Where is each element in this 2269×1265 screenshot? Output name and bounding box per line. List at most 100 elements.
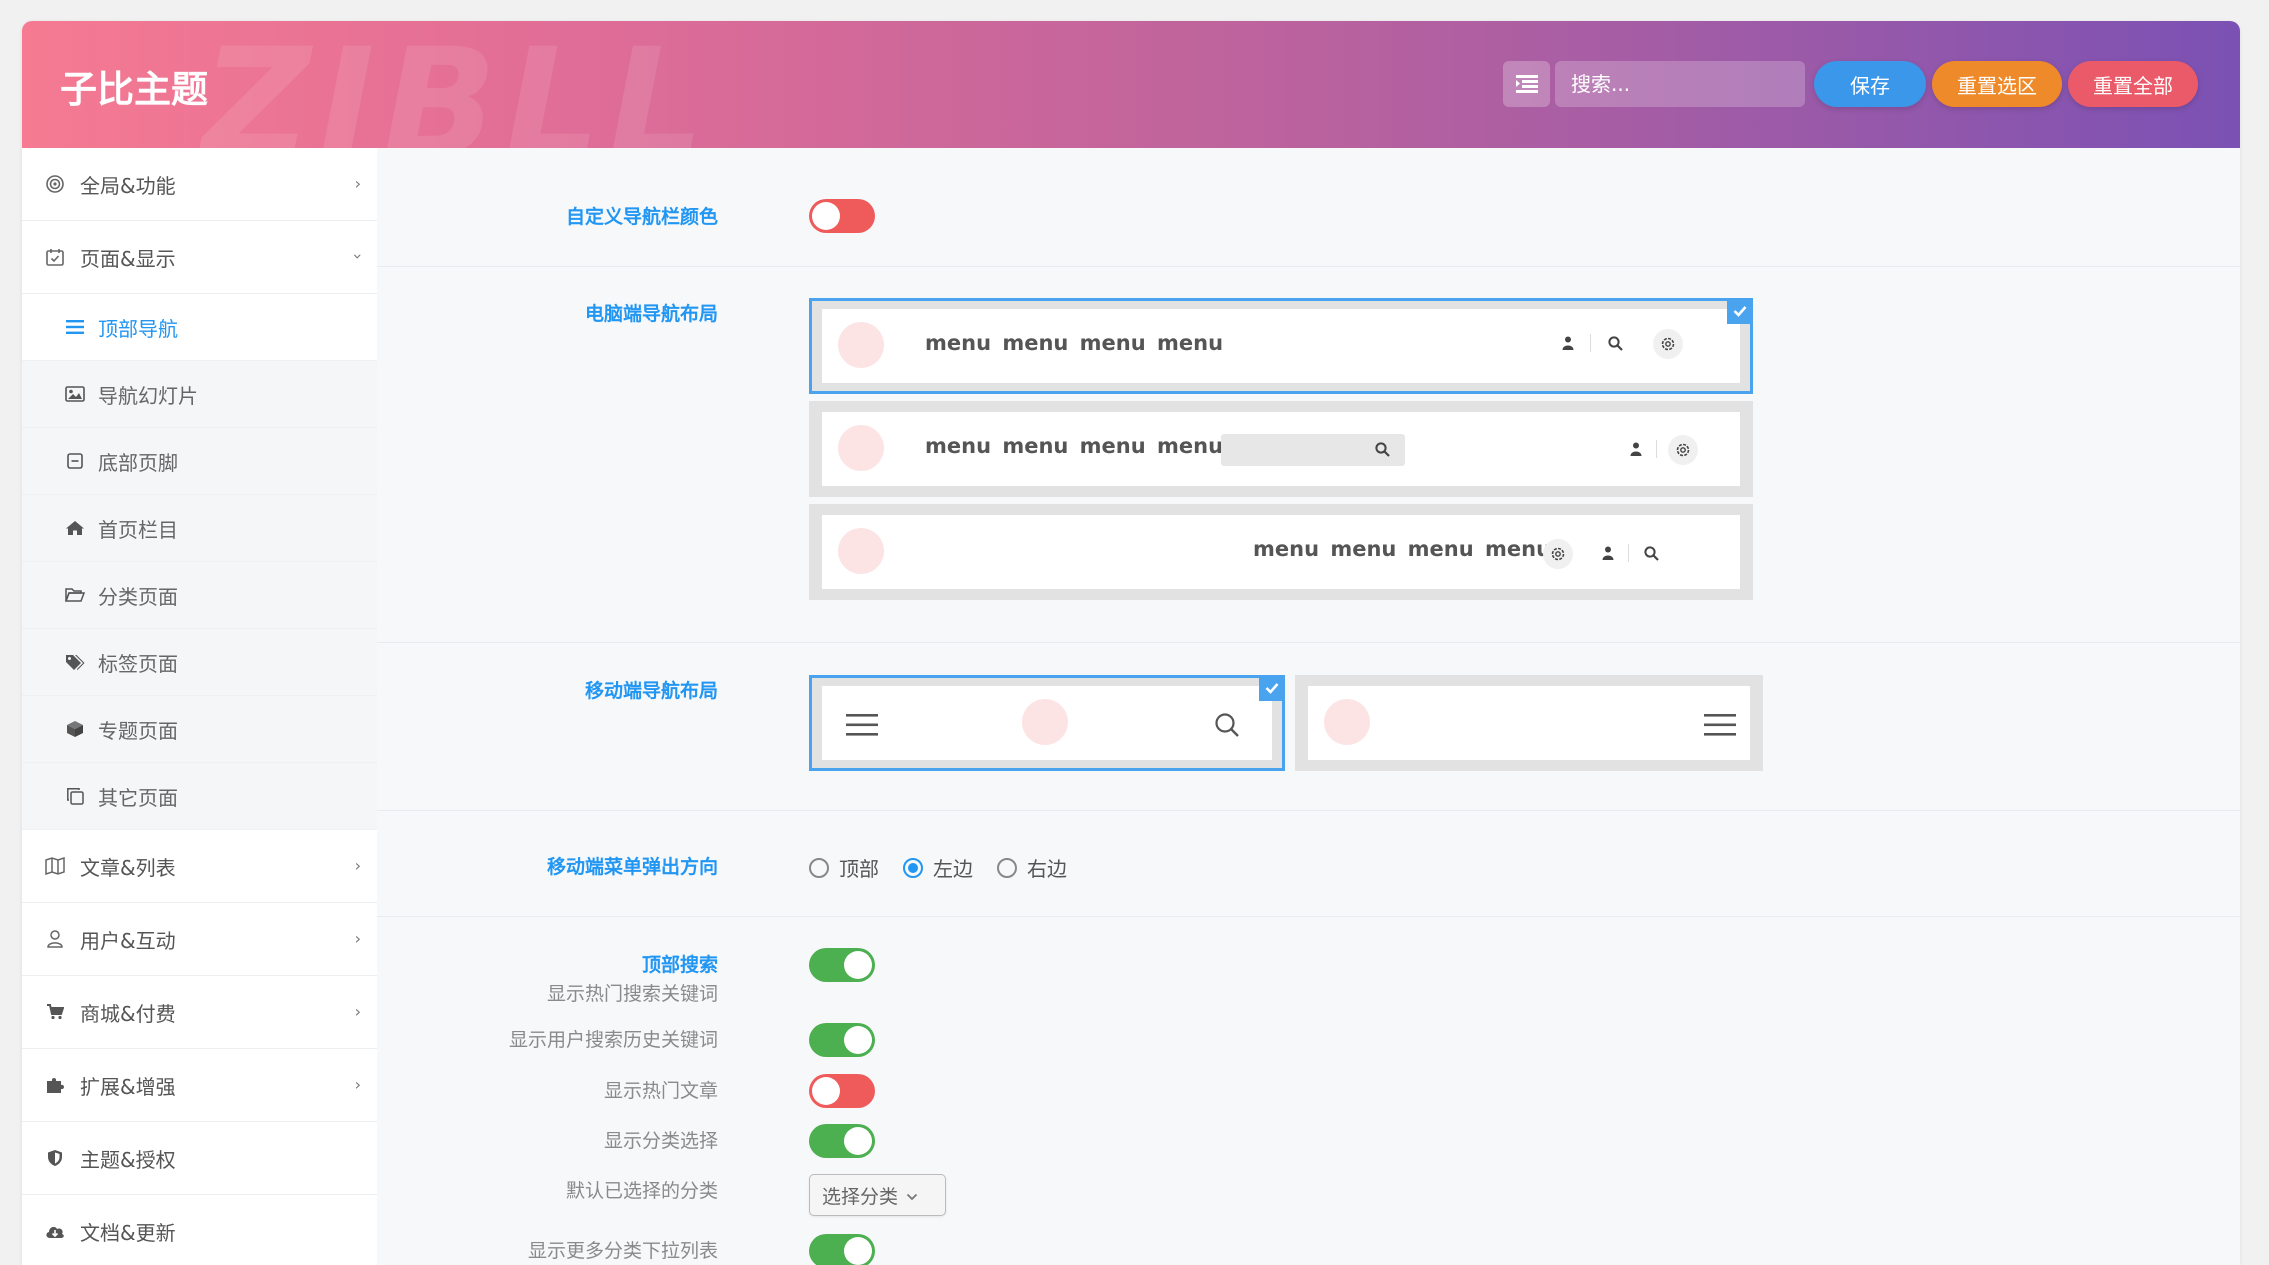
top-search-toggle[interactable] <box>809 948 875 982</box>
desktop-layout-row: 电脑端导航布局 menu menu menu menu menu menu me… <box>377 266 2240 643</box>
sidebar-item-shop[interactable]: 商城&付费 › <box>22 976 377 1049</box>
sidebar-subitem-category[interactable]: 分类页面 <box>22 562 377 629</box>
home-icon <box>64 517 86 539</box>
custom-nav-color-toggle[interactable] <box>809 199 875 233</box>
bars-icon <box>64 316 86 338</box>
radio-button[interactable] <box>997 857 1017 878</box>
search-history-toggle[interactable] <box>809 1023 875 1057</box>
desktop-layout-option-1[interactable]: menu menu menu menu <box>809 298 1753 394</box>
chevron-right-icon: › <box>354 174 361 193</box>
menu-preview-text: menu menu menu menu <box>925 331 1224 355</box>
selected-check-icon <box>1259 675 1285 701</box>
toggle-menu-button[interactable] <box>1503 61 1550 107</box>
radio-label: 顶部 <box>839 857 879 881</box>
gear-icon <box>1668 435 1698 465</box>
radio-button[interactable] <box>903 857 923 878</box>
radio-option-right[interactable]: 右边 <box>997 853 1067 882</box>
sidebar-subitem-other[interactable]: 其它页面 <box>22 763 377 830</box>
sidebar-subitem-label: 其它页面 <box>98 785 178 810</box>
settings-panel: 自定义导航栏颜色 电脑端导航布局 menu menu menu menu men… <box>377 148 2240 1265</box>
sidebar-item-pages[interactable]: 页面&显示 › <box>22 221 377 294</box>
radio-option-top[interactable]: 顶部 <box>809 853 879 882</box>
top-search-row: 顶部搜索 显示热门搜索关键词 显示用户搜索历史关键词 显示热门文章 显示分类选择… <box>377 916 2240 1265</box>
folder-open-icon <box>64 584 86 606</box>
header-bar: ZIBLL 子比主题 保存 重置选区 重置全部 <box>22 21 2240 148</box>
sidebar-item-extensions[interactable]: 扩展&增强 › <box>22 1049 377 1122</box>
sidebar-subitem-top-nav[interactable]: 顶部导航 <box>22 294 377 361</box>
mobile-layout-row: 移动端导航布局 <box>377 642 2240 811</box>
selected-check-icon <box>1727 298 1753 324</box>
sidebar-item-label: 扩展&增强 <box>80 1074 176 1099</box>
hamburger-icon <box>1704 714 1736 736</box>
mobile-layout-label: 移动端导航布局 <box>584 680 718 702</box>
radio-option-left[interactable]: 左边 <box>903 853 973 882</box>
sidebar-subitem-label: 顶部导航 <box>98 316 178 341</box>
hot-posts-label: 显示热门文章 <box>603 1080 718 1102</box>
chevron-down-icon <box>906 1184 918 1206</box>
sidebar-item-label: 商城&付费 <box>80 1001 176 1026</box>
select-value: 选择分类 <box>822 1185 899 1208</box>
cloud-download-icon <box>44 1220 66 1242</box>
more-category-dropdown-label: 显示更多分类下拉列表 <box>527 1240 718 1262</box>
search-box-preview <box>1221 434 1405 466</box>
sidebar-submenu: 顶部导航 导航幻灯片 底部页脚 首页栏目 分类页面 标签页面 专题页面 其它页面 <box>22 294 377 830</box>
logo-placeholder <box>1022 699 1068 745</box>
default-category-label: 默认已选择的分类 <box>565 1180 718 1202</box>
sidebar-item-label: 文档&更新 <box>80 1220 176 1245</box>
header-watermark: ZIBLL <box>202 21 713 148</box>
sidebar-item-label: 主题&授权 <box>80 1147 176 1172</box>
sidebar-item-label: 文章&列表 <box>80 855 176 880</box>
menu-preview-text: menu menu menu menu <box>1253 537 1552 561</box>
desktop-layout-option-3[interactable]: menu menu menu menu <box>809 504 1753 600</box>
logo-placeholder <box>838 425 884 471</box>
list-icon <box>1515 75 1538 93</box>
gear-icon <box>1543 539 1573 569</box>
calendar-check-icon <box>44 246 66 268</box>
radio-label: 左边 <box>933 857 973 881</box>
user-icon <box>1562 336 1574 350</box>
desktop-layout-option-2[interactable]: menu menu menu menu <box>809 401 1753 497</box>
reset-section-button[interactable]: 重置选区 <box>1932 61 2062 107</box>
sidebar-subitem-topics[interactable]: 专题页面 <box>22 696 377 763</box>
radio-button[interactable] <box>809 857 829 878</box>
default-category-select[interactable]: 选择分类 <box>809 1174 946 1216</box>
mobile-layout-option-2[interactable] <box>1295 675 1763 771</box>
copy-icon <box>64 785 86 807</box>
mobile-menu-direction-row: 移动端菜单弹出方向 顶部 左边 右边 <box>377 810 2240 917</box>
app-title: 子比主题 <box>60 68 208 111</box>
logo-placeholder <box>1324 699 1370 745</box>
sidebar: 全局&功能 › 页面&显示 › 顶部导航 导航幻灯片 底部页脚 首页栏目 分类页… <box>22 148 377 1265</box>
sidebar-subitem-footer[interactable]: 底部页脚 <box>22 428 377 495</box>
logo-placeholder <box>838 322 884 368</box>
sidebar-item-label: 全局&功能 <box>80 173 176 198</box>
sidebar-subitem-label: 导航幻灯片 <box>98 383 198 408</box>
user-icon <box>44 928 66 950</box>
chevron-down-icon: › <box>348 253 368 260</box>
sidebar-subitem-label: 标签页面 <box>98 651 178 676</box>
sidebar-subitem-label: 分类页面 <box>98 584 178 609</box>
app-window: ZIBLL 子比主题 保存 重置选区 重置全部 全局&功能 › <box>22 21 2240 1265</box>
sidebar-item-posts[interactable]: 文章&列表 › <box>22 830 377 903</box>
save-button[interactable]: 保存 <box>1814 61 1926 107</box>
reset-all-button[interactable]: 重置全部 <box>2068 61 2198 107</box>
sidebar-item-license[interactable]: 主题&授权 <box>22 1122 377 1195</box>
user-icon <box>1602 546 1614 560</box>
category-select-toggle[interactable] <box>809 1124 875 1158</box>
image-icon <box>64 383 86 405</box>
sidebar-item-docs[interactable]: 文档&更新 <box>22 1195 377 1265</box>
sidebar-subitem-tags[interactable]: 标签页面 <box>22 629 377 696</box>
mobile-menu-direction-radios: 顶部 左边 右边 <box>809 853 1091 882</box>
chevron-right-icon: › <box>354 1002 361 1021</box>
map-icon <box>44 855 66 877</box>
gear-icon <box>1653 329 1683 359</box>
search-icon <box>1375 442 1390 457</box>
search-input[interactable] <box>1555 61 1805 107</box>
mobile-layout-option-1[interactable] <box>809 675 1285 771</box>
tags-icon <box>64 651 86 673</box>
sidebar-item-users[interactable]: 用户&互动 › <box>22 903 377 976</box>
more-category-dropdown-toggle[interactable] <box>809 1234 875 1265</box>
sidebar-subitem-home[interactable]: 首页栏目 <box>22 495 377 562</box>
sidebar-item-global[interactable]: 全局&功能 › <box>22 148 377 221</box>
hot-posts-toggle[interactable] <box>809 1074 875 1108</box>
sidebar-subitem-slides[interactable]: 导航幻灯片 <box>22 361 377 428</box>
